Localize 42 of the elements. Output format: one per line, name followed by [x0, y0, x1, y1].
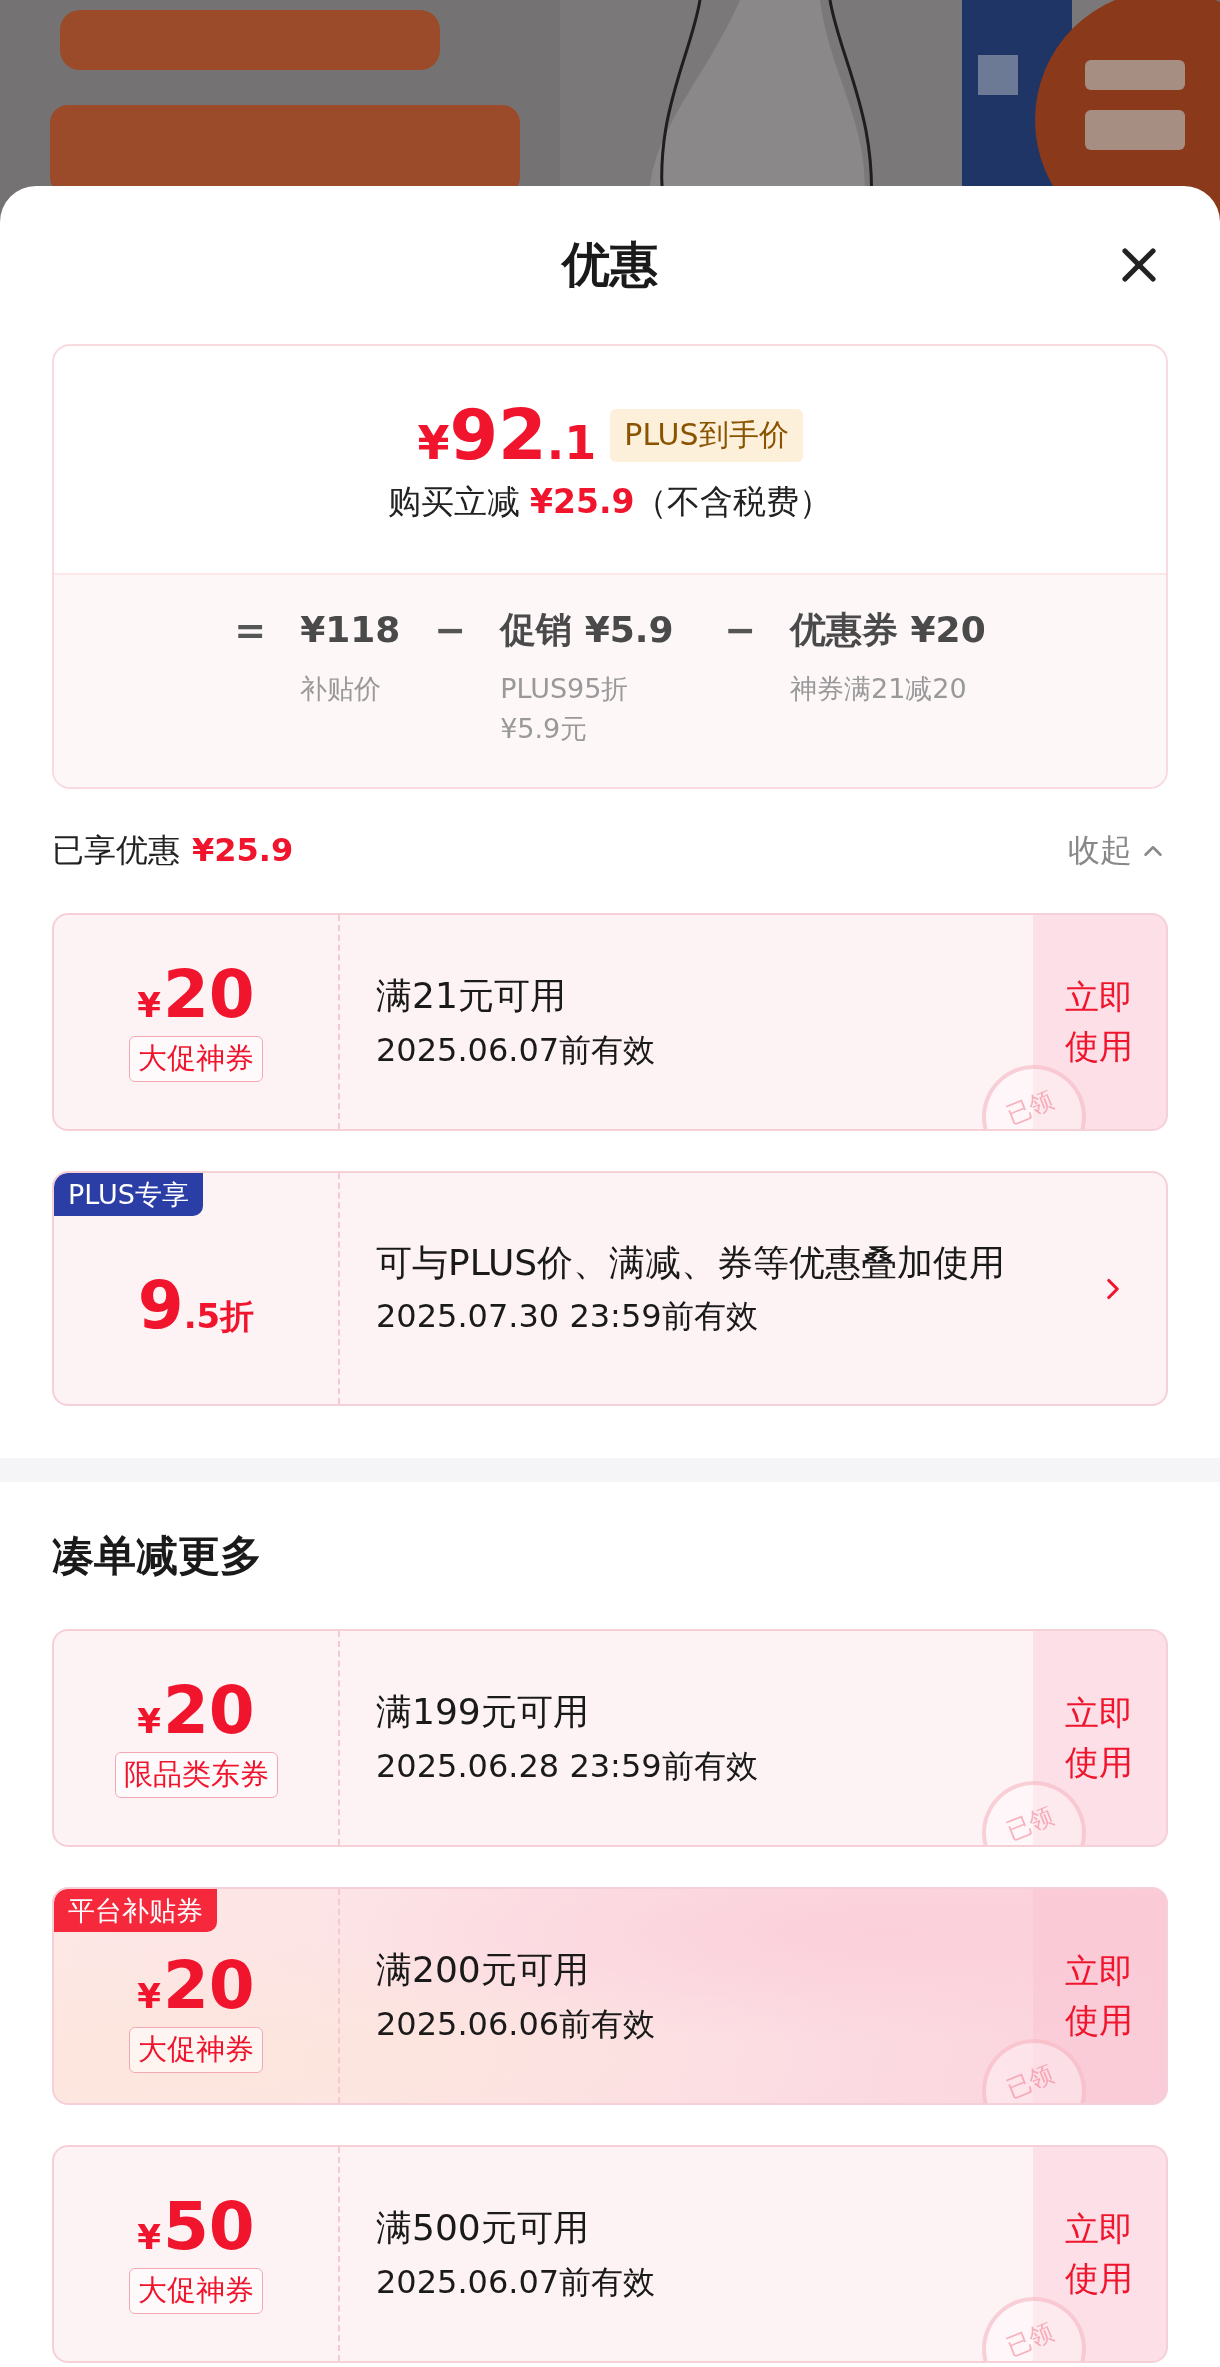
- coupon-validity: 2025.06.07前有效: [376, 2261, 657, 2303]
- coupon-card[interactable]: ¥50 大促神券 满500元可用 2025.06.07前有效 立即使用 已领: [52, 2145, 1168, 2363]
- coupon-amount: ¥20: [137, 1678, 255, 1744]
- coupon-condition: 满21元可用: [376, 974, 567, 1019]
- discount-card[interactable]: PLUS专享 9.5折 可与PLUS价、满减、券等优惠叠加使用 2025.07.30 23:59前有效: [52, 1171, 1168, 1406]
- coupon-amount: ¥20: [137, 962, 255, 1028]
- breakdown-note: 神券满21减20: [790, 672, 968, 706]
- breakdown-note: 补贴价: [300, 672, 383, 706]
- coupon-condition: 满199元可用: [376, 1690, 590, 1735]
- coupon-condition: 满500元可用: [376, 2206, 590, 2251]
- collapse-button[interactable]: 收起: [1068, 829, 1168, 873]
- coupon-card[interactable]: 平台补贴券 ¥20 大促神券 满200元可用 2025.06.06前有效 立即使用 已领: [52, 1887, 1168, 2105]
- operator-sign: =: [234, 607, 267, 654]
- section-title: 凑单减更多: [52, 1529, 262, 1582]
- breakdown-note: PLUS95折 ¥5.9元: [500, 672, 630, 746]
- breakdown-value: 优惠券 ¥20: [790, 608, 986, 652]
- final-price: ¥92.1: [417, 400, 597, 470]
- breakdown-value: 促销 ¥5.9: [500, 608, 675, 652]
- coupon-validity: 2025.06.28 23:59前有效: [376, 1745, 759, 1787]
- operator-sign: −: [724, 607, 756, 654]
- operator-sign: −: [434, 607, 467, 654]
- coupon-validity: 2025.06.07前有效: [376, 1029, 657, 1071]
- coupon-badge: PLUS专享: [54, 1173, 203, 1217]
- coupon-condition: 满200元可用: [376, 1948, 590, 1993]
- coupon-tag: 大促神券: [129, 1036, 263, 1082]
- coupon-amount: ¥50: [137, 2194, 255, 2260]
- coupon-tag: 大促神券: [129, 2027, 263, 2073]
- breakdown-value: ¥118: [300, 608, 401, 652]
- enjoyed-discount-text: 已享优惠 ¥25.9: [52, 830, 294, 871]
- price-tag: PLUS到手价: [610, 408, 803, 462]
- discount-rate: 9.5折: [137, 1272, 255, 1339]
- coupon-condition: 可与PLUS价、满减、券等优惠叠加使用: [376, 1240, 1007, 1285]
- coupon-card[interactable]: ¥20 大促神券 满21元可用 2025.06.07前有效 立即使用 已领: [52, 913, 1168, 1131]
- coupon-badge: 平台补贴券: [54, 1889, 217, 1933]
- coupon-amount: ¥20: [137, 1953, 255, 2019]
- sheet-title: 优惠: [562, 235, 658, 294]
- coupon-tag: 大促神券: [129, 2268, 263, 2314]
- coupon-tag: 限品类东券: [114, 1752, 278, 1798]
- coupon-validity: 2025.07.30 23:59前有效: [376, 1296, 759, 1338]
- saving-text: 购买立减 ¥25.9（不含税费）: [387, 481, 833, 523]
- coupon-card[interactable]: ¥20 限品类东券 满199元可用 2025.06.28 23:59前有效 立即使用 已领: [52, 1629, 1168, 1847]
- coupon-validity: 2025.06.06前有效: [376, 2003, 657, 2045]
